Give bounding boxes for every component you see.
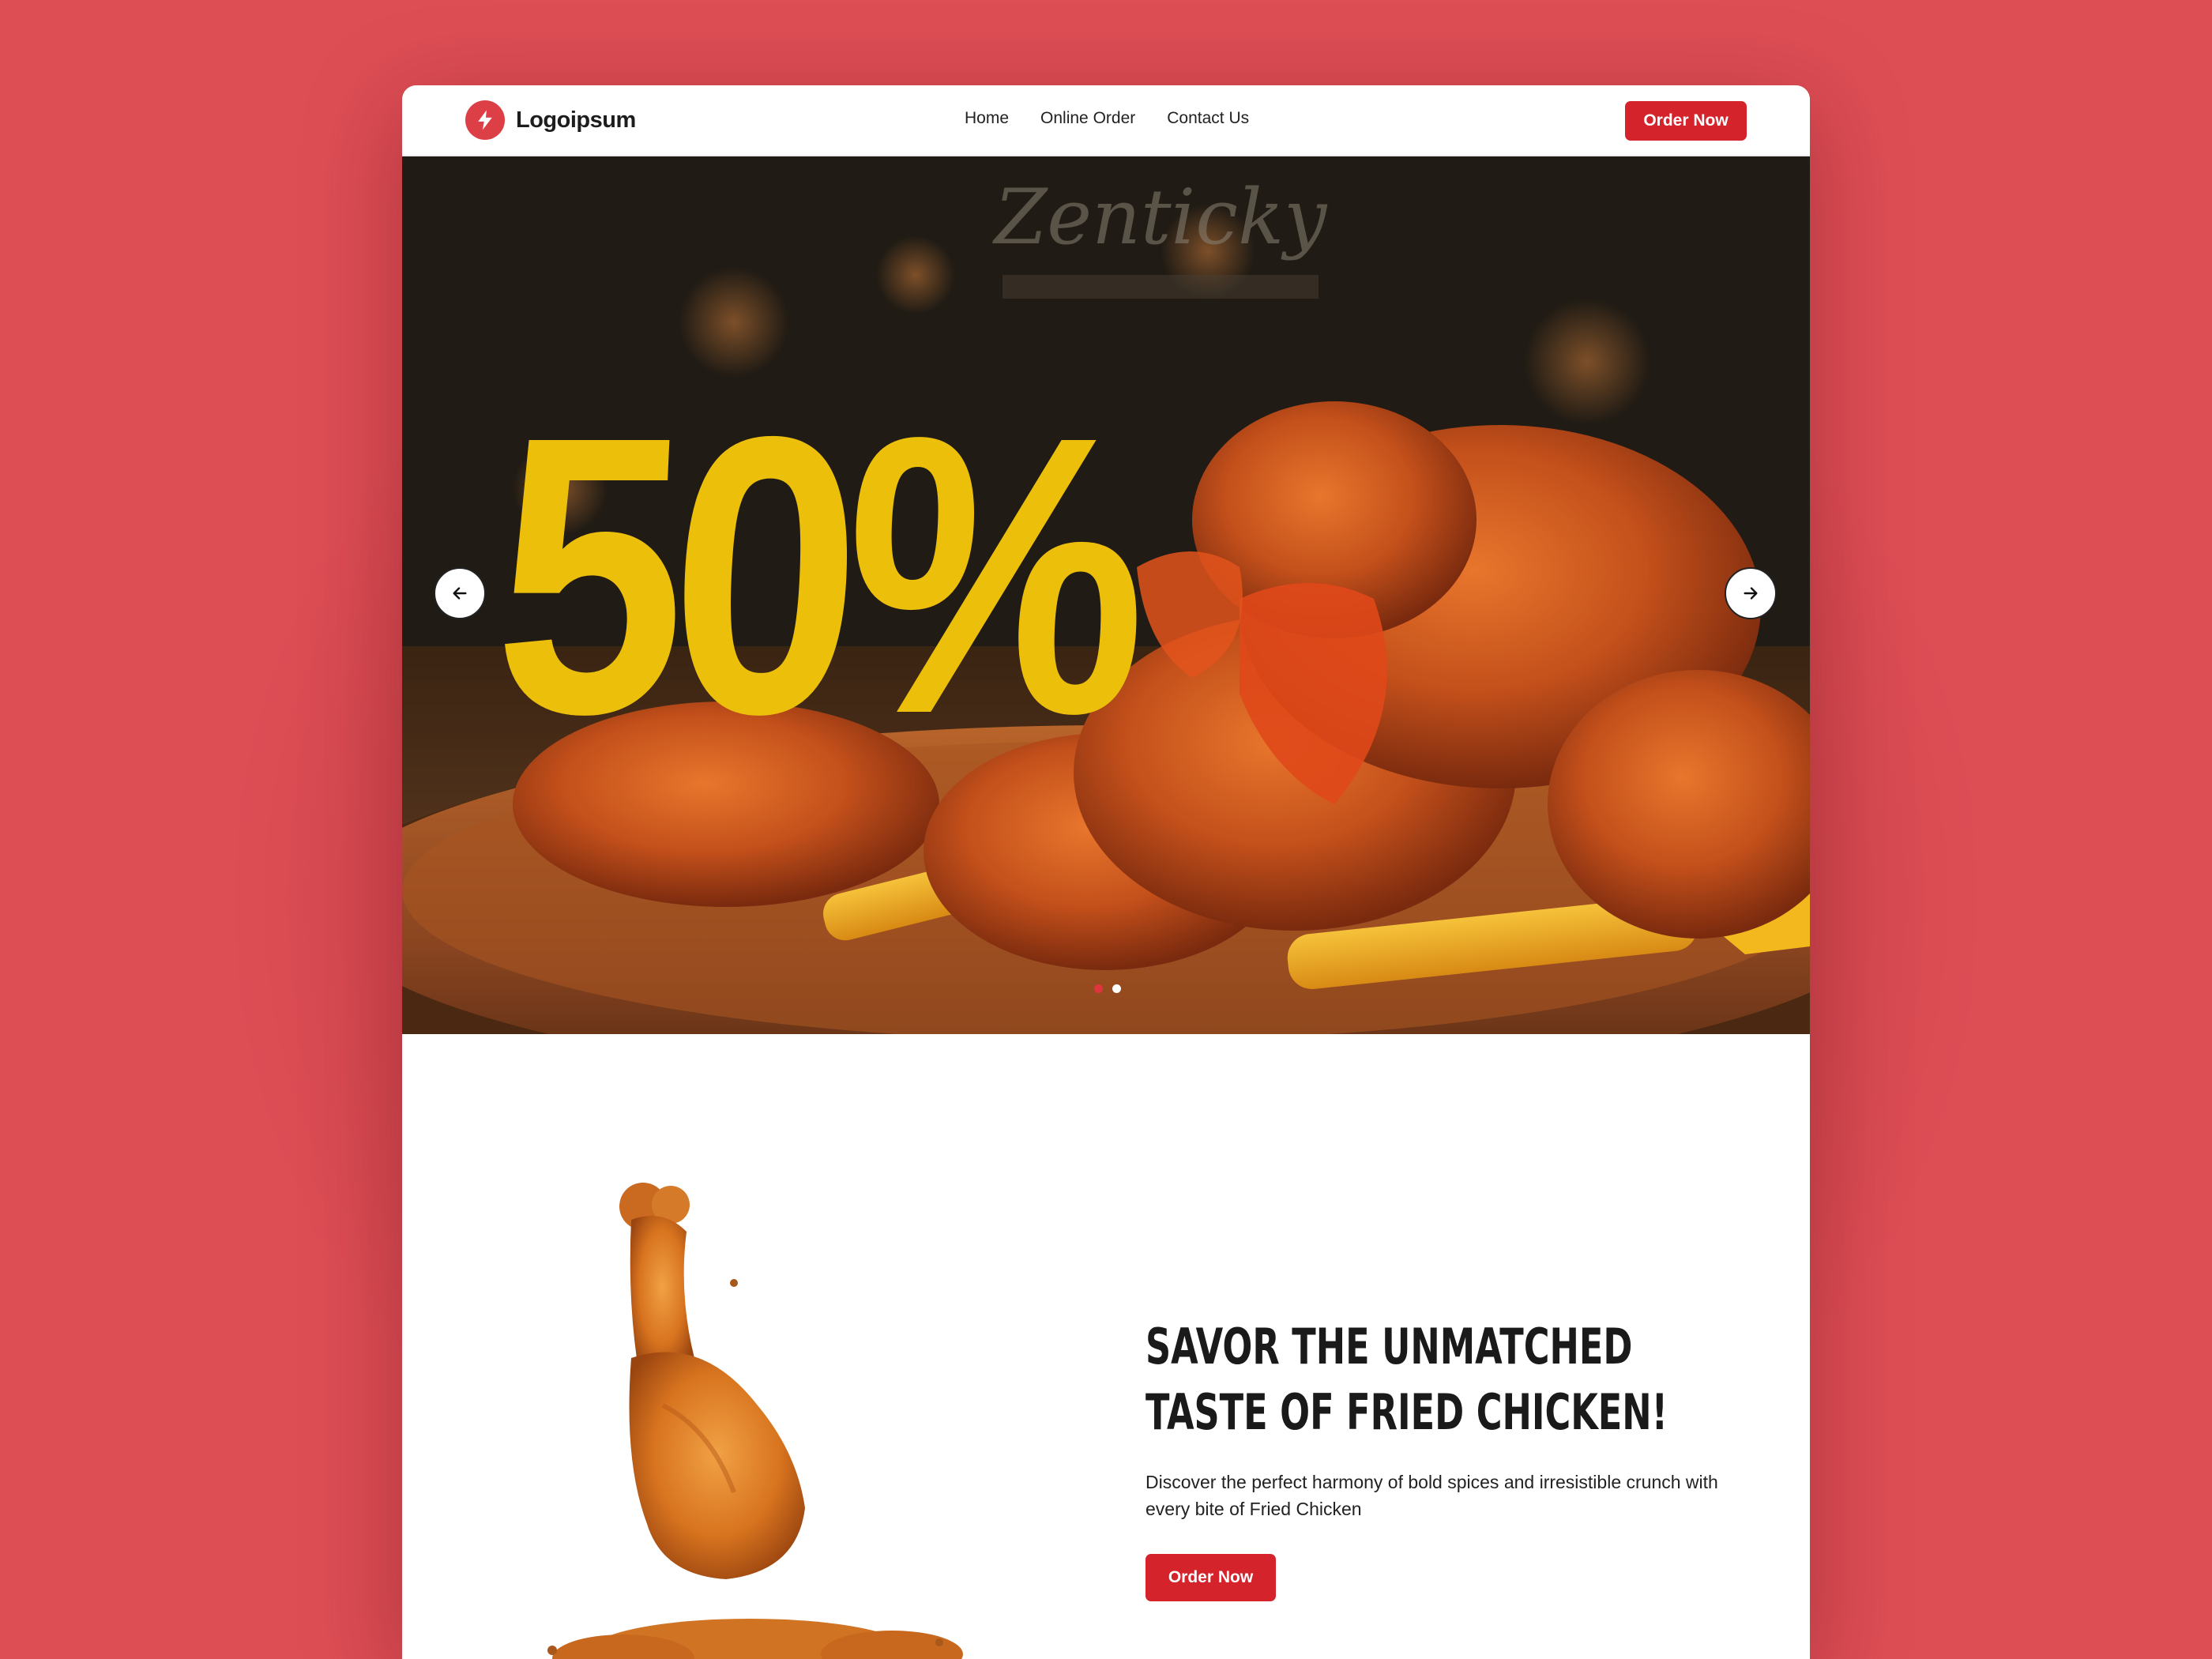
carousel-dot-2[interactable] [1112, 984, 1121, 993]
arrow-left-icon [453, 587, 467, 600]
hero-discount-headline: 50% [487, 354, 1143, 796]
arrow-right-icon [1744, 587, 1758, 600]
hero-carousel: Zenticky 50% [402, 156, 1810, 1034]
nav-link-home[interactable]: Home [965, 109, 1009, 128]
nav-link-online-order[interactable]: Online Order [1040, 109, 1135, 128]
logo-text: Logoipsum [516, 107, 636, 133]
fried-chicken-drumstick-image [547, 1183, 963, 1659]
carousel-prev-button[interactable] [434, 567, 486, 619]
feature-order-now-button[interactable]: Order Now [1146, 1554, 1276, 1601]
nav-link-contact-us[interactable]: Contact Us [1167, 109, 1249, 128]
browser-window: Logoipsum Home Online Order Contact Us O… [402, 85, 1810, 1659]
carousel-dot-1[interactable] [1094, 984, 1103, 993]
order-now-button[interactable]: Order Now [1625, 101, 1747, 141]
carousel-dots [1094, 984, 1121, 993]
feature-title: Savor the unmatched taste of Fried Chick… [1146, 1318, 1668, 1441]
logo[interactable]: Logoipsum [465, 100, 636, 140]
lightning-bolt-icon [465, 100, 505, 140]
navbar: Logoipsum Home Online Order Contact Us O… [402, 85, 1810, 156]
carousel-next-button[interactable] [1725, 567, 1777, 619]
nav-links: Home Online Order Contact Us [965, 109, 1249, 128]
feature-description: Discover the perfect harmony of bold spi… [1146, 1472, 1718, 1519]
hero-sign-text: Zenticky [992, 173, 1329, 261]
feature-section: Savor the unmatched taste of Fried Chick… [402, 1034, 1810, 1659]
